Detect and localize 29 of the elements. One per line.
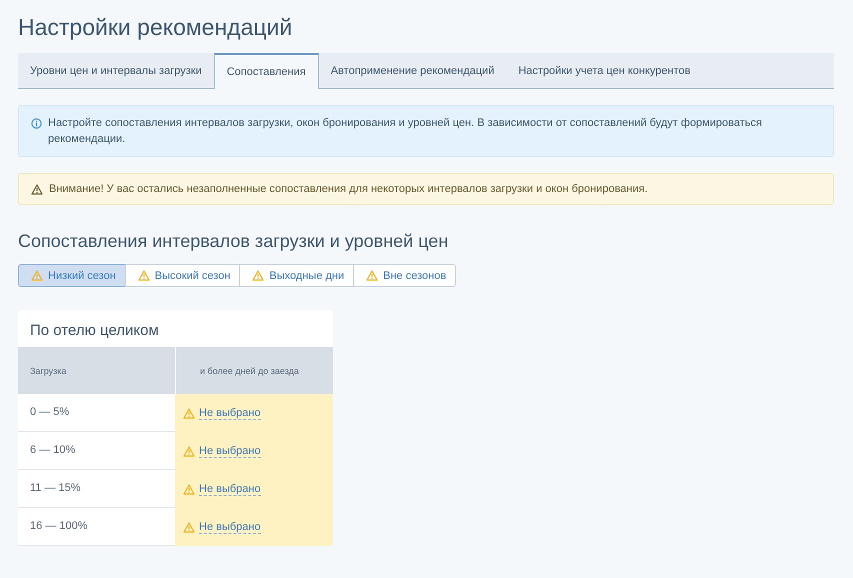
season-tab[interactable]: Выходные дни (239, 264, 354, 287)
warning-icon (366, 270, 378, 281)
select-link[interactable]: Не выбрано (199, 445, 261, 458)
warning-icon (183, 522, 195, 533)
card-title: По отелю целиком (29, 321, 160, 341)
select-link[interactable]: Не выбрано (199, 407, 261, 420)
tab[interactable]: Уровни цен и интервалы загрузки (18, 53, 214, 88)
tab[interactable]: Сопоставления (214, 53, 319, 89)
warning-icon (183, 408, 195, 419)
info-icon (31, 118, 42, 129)
column-header: Загрузка (18, 347, 175, 394)
warning-icon (183, 484, 195, 495)
warning-icon (252, 270, 264, 281)
tab[interactable]: Автоприменение рекомендаций (318, 53, 506, 88)
season-tab[interactable]: Высокий сезон (124, 264, 240, 287)
season-tab[interactable]: Вне сезонов (353, 264, 456, 287)
info-message: Настройте сопоставления интервалов загрузки, окон бронирования и уровней цен. В зависимости от сопоставлений будут формироваться рекомендации. (48, 116, 763, 147)
column-header: и более дней до заезда (175, 347, 333, 394)
warning-icon (183, 446, 195, 457)
select-link[interactable]: Не выбрано (199, 483, 261, 496)
select-link[interactable]: Не выбрано (199, 521, 261, 534)
warning-message: Внимание! У вас остались незаполненные сопоставления для некоторых интервалов загрузки и окон бронирования. (49, 182, 648, 197)
section-title: Сопоставления интервалов загрузки и уровней цен (18, 231, 450, 252)
page-title: Настройки рекомендаций (18, 14, 294, 41)
tab[interactable]: Настройки учета цен конкурентов (506, 53, 702, 88)
season-tab[interactable]: Низкий сезон (18, 264, 126, 287)
warning-icon (138, 270, 150, 281)
warning-icon (31, 270, 43, 281)
warning-icon (31, 184, 43, 195)
